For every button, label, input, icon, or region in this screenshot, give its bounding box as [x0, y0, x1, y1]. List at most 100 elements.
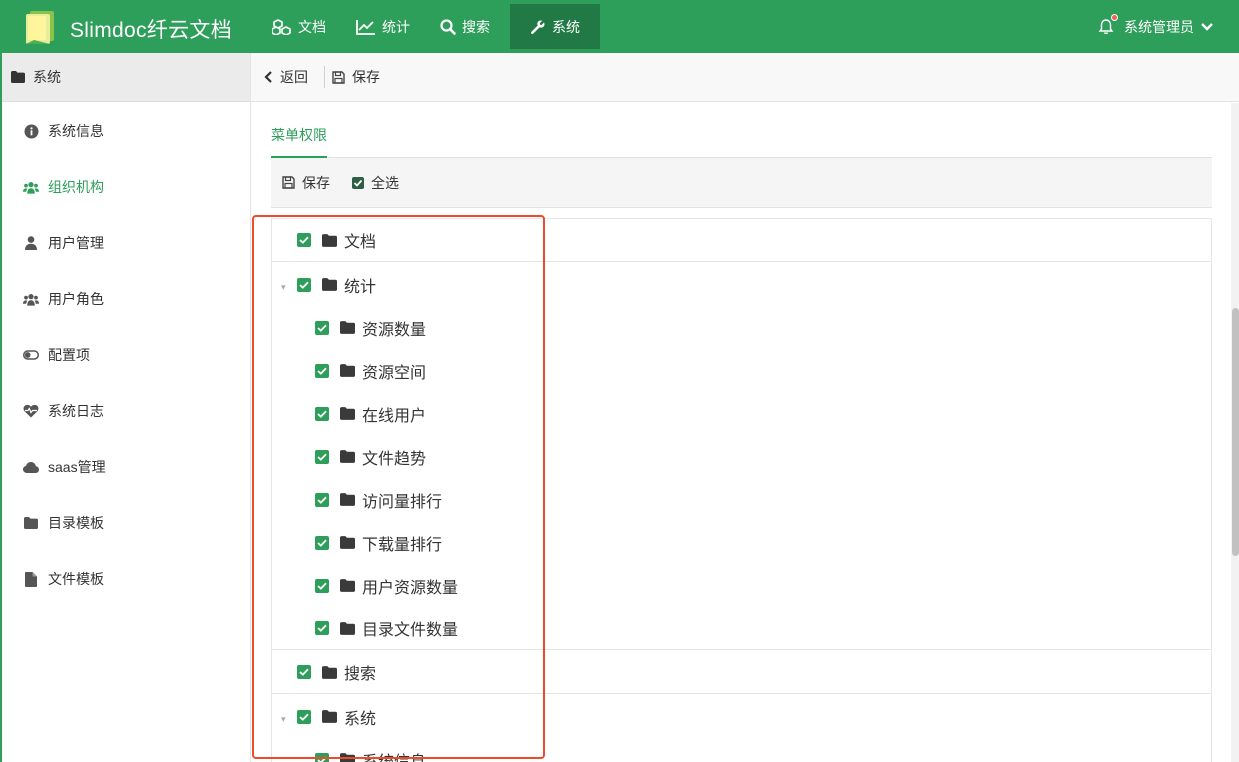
main-toolbar: 返回 保存 — [251, 53, 1239, 102]
toggle-icon — [23, 347, 39, 363]
nav-docs[interactable]: 文档 — [262, 4, 336, 49]
checkbox-checked[interactable] — [315, 449, 329, 464]
save-button[interactable]: 保存 — [332, 67, 380, 87]
tree-node-label: 搜索 — [344, 666, 377, 683]
tree-node-child: 用户资源数量 — [272, 564, 1211, 607]
scrollbar-thumb[interactable] — [1232, 308, 1239, 556]
folder-icon — [322, 710, 337, 723]
back-label: 返回 — [280, 69, 308, 85]
select-all-label: 全选 — [371, 174, 399, 191]
nav-search-label: 搜索 — [462, 18, 490, 35]
folder-icon — [340, 321, 355, 334]
sidebar-item-config[interactable]: 配置项 — [2, 327, 251, 383]
permission-toolbar: 保存 全选 — [271, 158, 1212, 208]
back-button[interactable]: 返回 — [264, 67, 308, 87]
sidebar-item-system-info[interactable]: 系统信息 — [2, 103, 251, 159]
main-nav: 文档 统计 搜索 系统 — [262, 4, 610, 49]
sidebar-item-label: 目录模板 — [48, 515, 104, 531]
sidebar-item-user-roles[interactable]: 用户角色 — [2, 271, 251, 327]
folder-icon — [340, 621, 355, 635]
users-icon — [23, 179, 39, 195]
tree-node-child: 系统信息 — [272, 738, 1211, 762]
folder-icon — [11, 71, 25, 83]
wrench-icon — [531, 19, 545, 34]
tree-node-label: 系统 — [344, 710, 377, 728]
bell-icon[interactable] — [1098, 13, 1118, 36]
logo-icon[interactable] — [22, 8, 60, 46]
user-menu[interactable]: 系统管理员 — [1098, 0, 1213, 53]
sidebar: 系统 系统信息 组织机构 用户管理 用户角色 配置项 系统日志 saas管理 目… — [0, 53, 251, 762]
users-icon — [23, 291, 39, 307]
tree-node-label: 文件趋势 — [362, 450, 427, 468]
nav-stats[interactable]: 统计 — [346, 4, 420, 49]
folder-icon — [322, 665, 337, 679]
tab-menu-permissions[interactable]: 菜单权限 — [271, 117, 327, 158]
checkbox-checked[interactable] — [297, 709, 311, 724]
tab-bar: 菜单权限 — [271, 117, 1212, 158]
search-icon — [440, 18, 456, 35]
file-icon — [23, 571, 39, 587]
checkbox-checked[interactable] — [315, 492, 329, 507]
checkbox-checked[interactable] — [315, 406, 329, 421]
sidebar-item-saas[interactable]: saas管理 — [2, 439, 251, 495]
user-icon — [23, 235, 39, 251]
caret-down-icon[interactable]: ▾ — [281, 282, 286, 293]
tree-node-system: ▾ 系统 — [272, 695, 1211, 738]
tree-node-child: 下载量排行 — [272, 521, 1211, 564]
permission-save-label: 保存 — [302, 174, 330, 191]
checkbox-checked[interactable] — [297, 277, 311, 292]
sidebar-item-label: 文件模板 — [48, 571, 104, 587]
notification-dot — [1111, 13, 1118, 21]
heartbeat-icon — [23, 403, 39, 419]
checkbox-checked[interactable] — [315, 578, 329, 593]
top-navbar: Slimdoc纤云文档 文档 统计 搜索 系统 系统管理员 — [0, 0, 1239, 53]
checkbox-checked[interactable] — [297, 665, 311, 679]
checkbox-checked[interactable] — [297, 233, 311, 247]
nav-search[interactable]: 搜索 — [430, 4, 500, 49]
tree-node-label: 访问量排行 — [362, 493, 443, 511]
nav-system-label: 系统 — [552, 18, 580, 35]
brand-title[interactable]: Slimdoc纤云文档 — [70, 14, 232, 44]
sidebar-item-organization[interactable]: 组织机构 — [2, 159, 251, 215]
permission-tree: 文档 ▾ 统计 资源数量 资源空间 在线用户 文件趋势 访问量排行 下载量排行 … — [271, 218, 1212, 762]
checkbox-checked[interactable] — [315, 535, 329, 550]
folder-icon — [340, 536, 355, 549]
sidebar-item-user-management[interactable]: 用户管理 — [2, 215, 251, 271]
tree-node-label: 目录文件数量 — [362, 622, 459, 639]
tree-node-child: 访问量排行 — [272, 478, 1211, 521]
tree-node-search: 搜索 — [272, 651, 1211, 694]
toolbar-divider — [324, 66, 325, 88]
select-all-button[interactable]: 全选 — [352, 173, 399, 193]
sidebar-item-folder-template[interactable]: 目录模板 — [2, 495, 251, 551]
sidebar-item-label: 用户管理 — [48, 235, 104, 251]
sidebar-item-label: 配置项 — [48, 347, 90, 363]
user-name[interactable]: 系统管理员 — [1124, 17, 1194, 37]
sidebar-item-file-template[interactable]: 文件模板 — [2, 551, 251, 607]
folder-icon — [340, 450, 355, 463]
folder-icon — [340, 579, 355, 592]
checkbox-checked[interactable] — [315, 320, 329, 335]
sidebar-item-label: 系统信息 — [48, 123, 104, 139]
sidebar-item-system-log[interactable]: 系统日志 — [2, 383, 251, 439]
main-content: 返回 保存 菜单权限 保存 全选 文档 ▾ 统计 资源数量 资源空间 在线用户 … — [251, 53, 1239, 762]
checkbox-checked[interactable] — [315, 621, 329, 635]
folder-icon — [340, 493, 355, 506]
tree-node-label: 统计 — [344, 278, 377, 296]
checkbox-checked[interactable] — [315, 752, 329, 762]
tree-node-label: 资源空间 — [362, 364, 427, 382]
tree-node-label: 在线用户 — [362, 407, 427, 425]
line-chart-icon — [356, 19, 375, 35]
caret-down-icon[interactable]: ▾ — [281, 714, 286, 725]
permission-save-button[interactable]: 保存 — [282, 173, 330, 193]
chevron-down-icon[interactable] — [1201, 22, 1213, 32]
tree-node-label: 系统信息 — [362, 753, 427, 762]
sidebar-item-label: saas管理 — [48, 459, 106, 475]
folder-icon — [340, 407, 355, 420]
sidebar-item-label: 组织机构 — [48, 179, 104, 195]
save-icon — [282, 176, 295, 189]
scrollbar[interactable] — [1231, 103, 1239, 762]
nav-system[interactable]: 系统 — [510, 4, 600, 49]
tree-node-child: 文件趋势 — [272, 435, 1211, 478]
checkbox-checked[interactable] — [315, 363, 329, 378]
tree-node-label: 下载量排行 — [362, 536, 443, 554]
